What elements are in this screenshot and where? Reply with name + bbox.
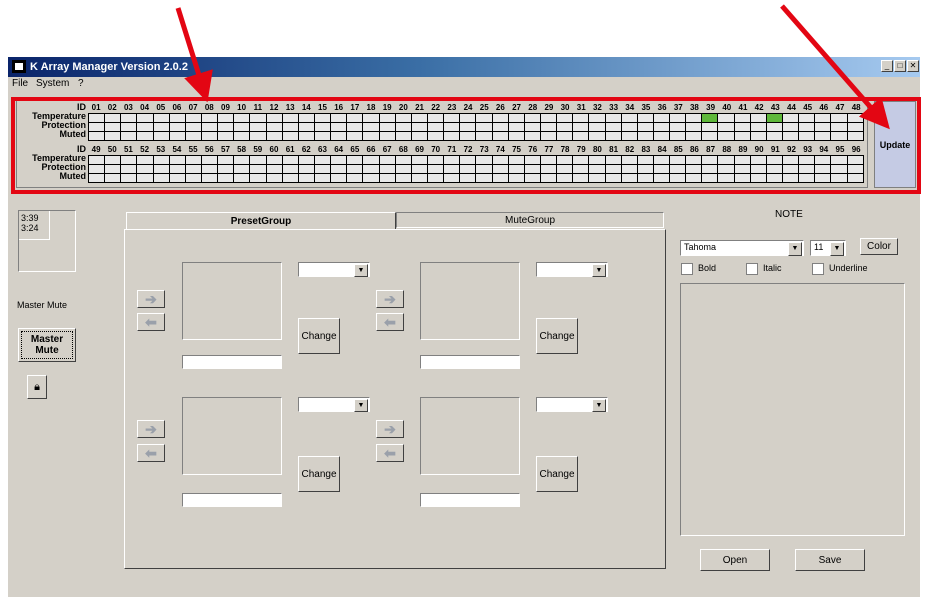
group-select-2[interactable]: ▼ xyxy=(536,262,608,277)
group-name-field-1[interactable] xyxy=(182,355,282,369)
tab-mutegroup[interactable]: MuteGroup xyxy=(396,212,664,228)
group-list-1[interactable] xyxy=(182,262,282,340)
group-list-2[interactable] xyxy=(420,262,520,340)
window-title: K Array Manager Version 2.0.2 xyxy=(30,61,188,73)
group-name-field-2[interactable] xyxy=(420,355,520,369)
add-arrow-button-1[interactable]: ➔ xyxy=(137,290,165,308)
group-name-field-3[interactable] xyxy=(182,493,282,507)
master-mute-button[interactable]: Master Mute xyxy=(18,328,76,362)
master-mute-caption: Master Mute xyxy=(17,300,68,310)
menu-file[interactable]: File xyxy=(12,78,28,89)
lock-icon[interactable]: 🔒︎ xyxy=(27,375,47,399)
group-select-1[interactable]: ▼ xyxy=(298,262,370,277)
open-button[interactable]: Open xyxy=(700,549,770,571)
group-select-4[interactable]: ▼ xyxy=(536,397,608,412)
add-arrow-button-2[interactable]: ➔ xyxy=(376,290,404,308)
group-name-field-4[interactable] xyxy=(420,493,520,507)
menu-help[interactable]: ? xyxy=(78,78,84,89)
maximize-button[interactable]: □ xyxy=(894,60,906,72)
underline-label: Underline xyxy=(829,263,868,273)
menu-system[interactable]: System xyxy=(36,78,69,89)
change-button-4[interactable]: Change xyxy=(536,456,578,492)
minimize-button[interactable]: _ xyxy=(881,60,893,72)
note-textarea[interactable] xyxy=(680,283,905,536)
group-select-3[interactable]: ▼ xyxy=(298,397,370,412)
change-button-2[interactable]: Change xyxy=(536,318,578,354)
underline-checkbox[interactable] xyxy=(812,263,824,275)
bold-checkbox[interactable] xyxy=(681,263,693,275)
italic-checkbox[interactable] xyxy=(746,263,758,275)
italic-label: Italic xyxy=(763,263,782,273)
remove-arrow-button-3[interactable]: ⬅ xyxy=(137,444,165,462)
note-title: NOTE xyxy=(775,209,803,220)
font-size-value: 11 xyxy=(814,242,824,252)
group-list-3[interactable] xyxy=(182,397,282,475)
group-list-4[interactable] xyxy=(420,397,520,475)
font-family-select[interactable]: Tahoma ▼ xyxy=(680,240,804,256)
remove-arrow-button-4[interactable]: ⬅ xyxy=(376,444,404,462)
add-arrow-button-4[interactable]: ➔ xyxy=(376,420,404,438)
close-button[interactable]: ✕ xyxy=(907,60,919,72)
change-button-1[interactable]: Change xyxy=(298,318,340,354)
bold-label: Bold xyxy=(698,263,717,273)
save-button[interactable]: Save xyxy=(795,549,865,571)
tab-presetgroup[interactable]: PresetGroup xyxy=(126,212,396,230)
display-panel xyxy=(18,210,76,272)
font-size-select[interactable]: 11 ▼ xyxy=(810,240,846,256)
font-family-value: Tahoma xyxy=(684,242,717,252)
remove-arrow-button-2[interactable]: ⬅ xyxy=(376,313,404,331)
menu-bar xyxy=(8,77,920,91)
annotation-highlight-box xyxy=(11,97,921,194)
add-arrow-button-3[interactable]: ➔ xyxy=(137,420,165,438)
change-button-3[interactable]: Change xyxy=(298,456,340,492)
remove-arrow-button-1[interactable]: ⬅ xyxy=(137,313,165,331)
color-button[interactable]: Color xyxy=(860,238,898,255)
app-icon xyxy=(12,60,26,73)
